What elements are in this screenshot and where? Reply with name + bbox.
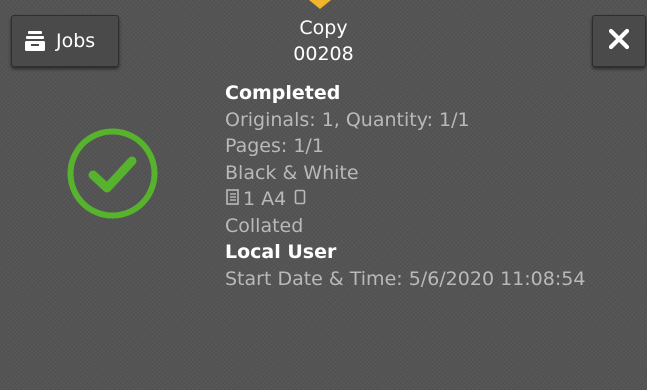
jobs-button-label: Jobs [56, 30, 96, 52]
pages-count: Pages: 1/1 [225, 135, 324, 157]
finishing: Collated [225, 214, 304, 237]
originals-quantity: Originals: 1, Quantity: 1/1 [225, 108, 470, 131]
jobs-tray-icon [24, 30, 46, 52]
portrait-page-icon [294, 186, 306, 213]
top-indicator [309, 0, 331, 9]
paper-row: 1 A4 [225, 186, 585, 213]
job-owner: Local User [225, 241, 337, 263]
document-stack-icon [225, 186, 241, 213]
job-details-screen: Jobs Copy 00208 Completed Originals: 1, … [0, 0, 647, 390]
job-number: 00208 [293, 43, 354, 65]
close-icon [607, 27, 631, 55]
job-status: Completed [225, 82, 341, 104]
jobs-button[interactable]: Jobs [11, 15, 119, 67]
color-mode: Black & White [225, 161, 359, 184]
job-details: Completed Originals: 1, Quantity: 1/1 Pa… [225, 80, 585, 292]
start-datetime: Start Date & Time: 5/6/2020 11:08:54 [225, 267, 586, 290]
close-button[interactable] [592, 15, 646, 67]
job-type-title: Copy [299, 17, 348, 39]
paper-size: 1 A4 [243, 188, 287, 210]
checkmark-circle-icon [66, 127, 159, 220]
